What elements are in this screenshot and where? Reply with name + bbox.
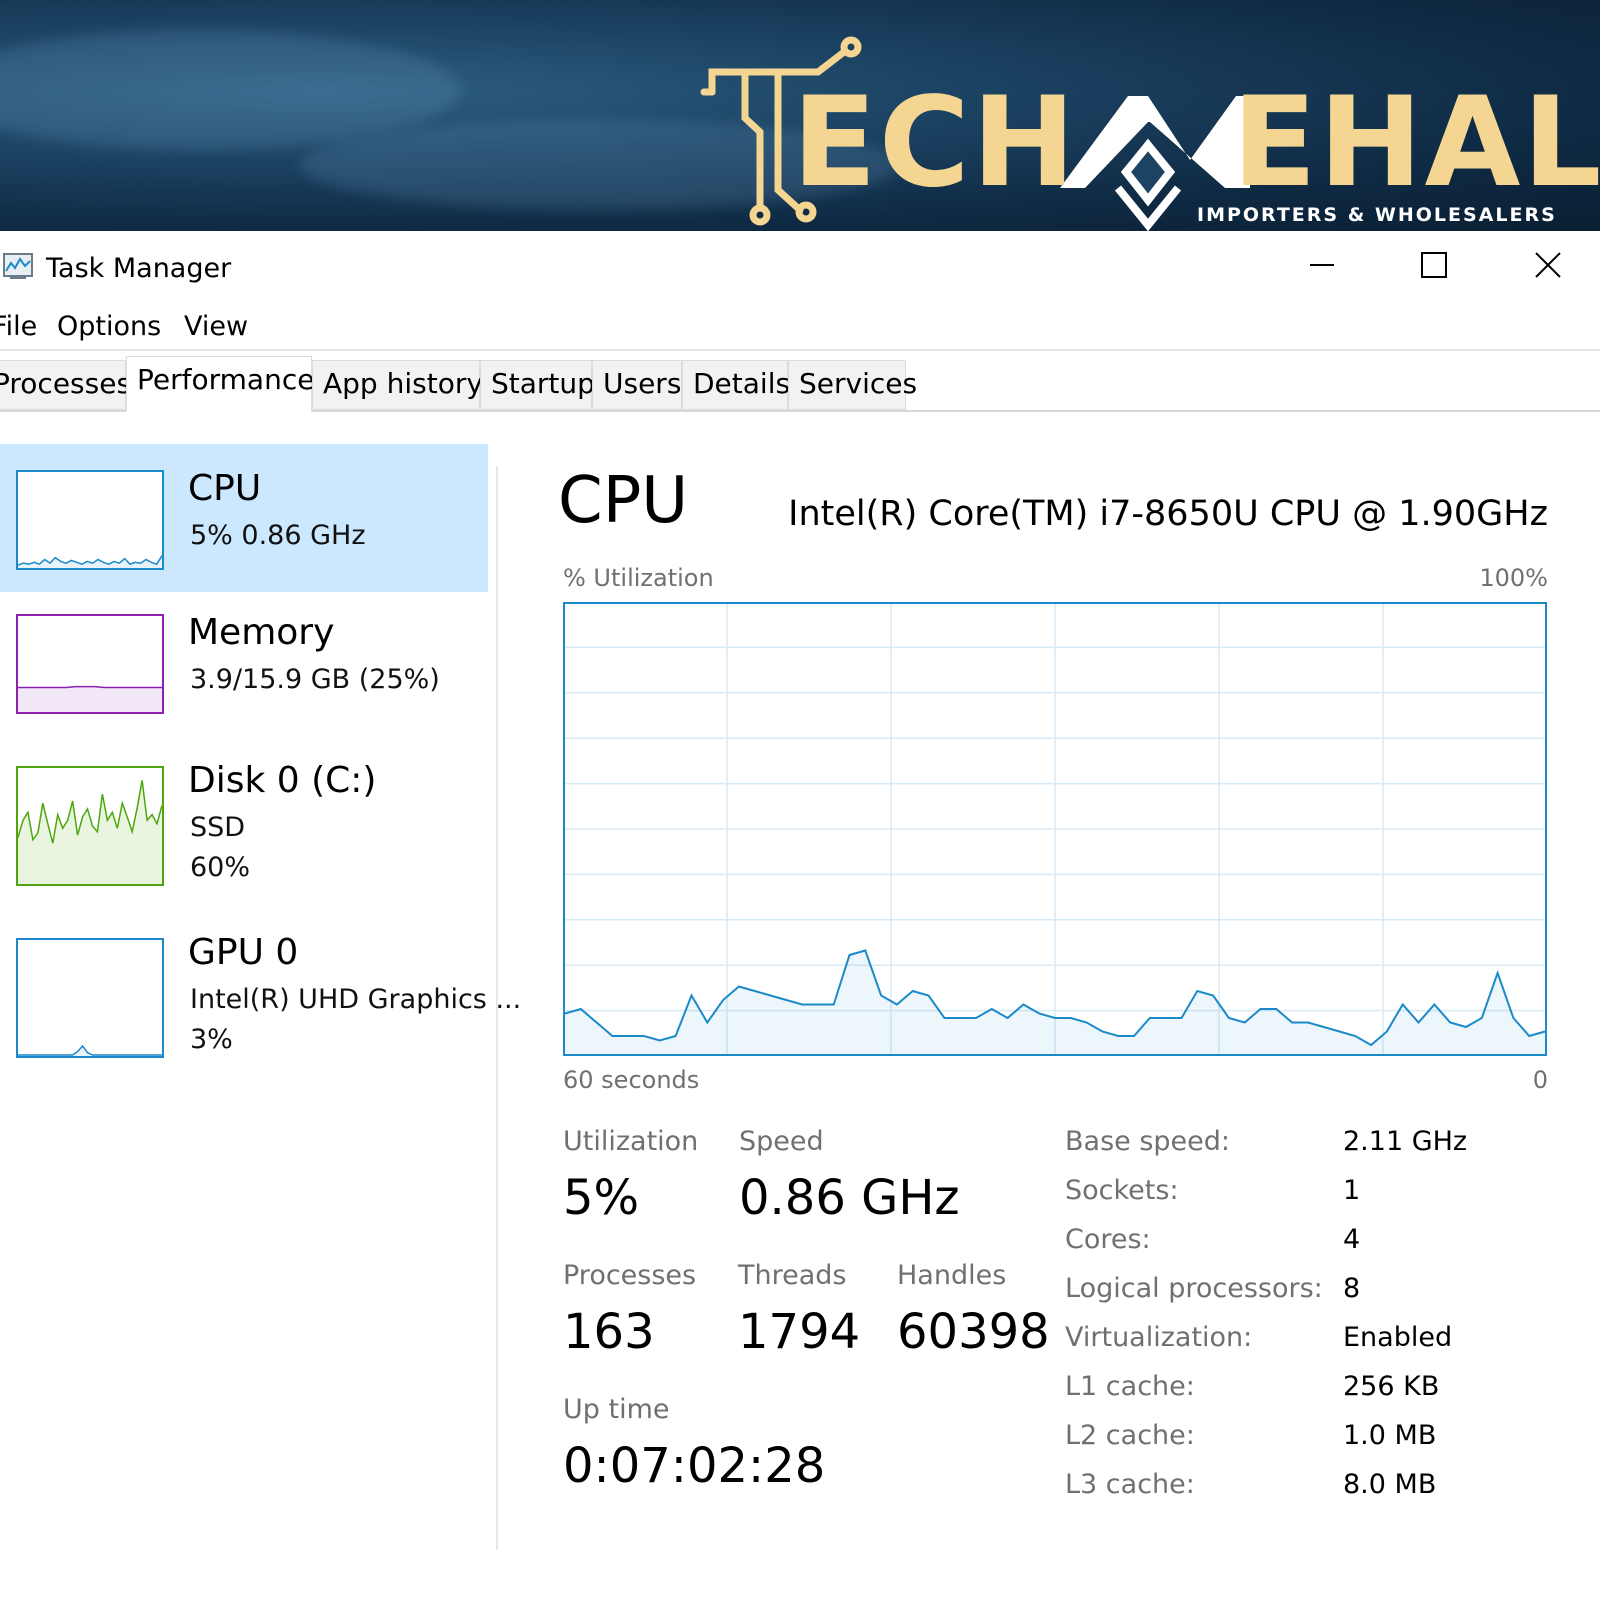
tab-services[interactable]: Services <box>788 360 917 410</box>
cpu-sparkline <box>16 470 164 570</box>
spec-key: L1 cache: <box>1065 1371 1195 1402</box>
handles-label: Handles <box>897 1260 1007 1291</box>
utilization-label: Utilization <box>563 1126 699 1157</box>
tab-details[interactable]: Details <box>682 360 790 410</box>
sidebar-item-value: 60% <box>190 852 251 883</box>
tab-strip: Processes Performance App history Startu… <box>0 356 1600 412</box>
menu-view[interactable]: View <box>184 311 248 342</box>
processes-value: 163 <box>563 1304 655 1360</box>
handles-value: 60398 <box>897 1304 1050 1360</box>
spec-value: 256 KB <box>1343 1371 1440 1402</box>
brand-word-left: ECH <box>792 71 1078 215</box>
gpu-sparkline <box>16 938 164 1058</box>
spec-value: 1.0 MB <box>1343 1420 1437 1451</box>
window-title: Task Manager <box>46 253 232 284</box>
tab-processes[interactable]: Processes <box>0 360 131 410</box>
cpu-model: Intel(R) Core(TM) i7-8650U CPU @ 1.90GHz <box>788 494 1548 534</box>
disk-sparkline <box>16 766 164 886</box>
spec-key: L2 cache: <box>1065 1420 1195 1451</box>
spec-key: Base speed: <box>1065 1126 1230 1157</box>
sidebar-item-label: GPU 0 <box>188 932 299 973</box>
sidebar-item-label: CPU <box>188 468 262 509</box>
sidebar-item-detail: SSD <box>190 812 246 843</box>
graph-time-label: 60 seconds <box>563 1066 700 1094</box>
brand-word-right: EHAL <box>1232 71 1600 215</box>
page-title: CPU <box>558 464 689 538</box>
sidebar-item-label: Disk 0 (C:) <box>188 760 377 801</box>
maximize-button[interactable] <box>1402 237 1466 293</box>
menu-bar: File Options View <box>0 303 1600 351</box>
menu-options[interactable]: Options <box>57 311 161 342</box>
graph-max-label: 100% <box>1479 564 1548 592</box>
sidebar-item-cpu[interactable]: CPU 5% 0.86 GHz <box>0 444 488 592</box>
sparkline-frame <box>16 470 164 570</box>
maximize-icon <box>1421 252 1447 278</box>
sidebar-item-gpu[interactable]: GPU 0 Intel(R) UHD Graphics ... 3% <box>0 912 521 1084</box>
graph-label: % Utilization <box>563 564 714 592</box>
sidebar-item-memory[interactable]: Memory 3.9/15.9 GB (25%) <box>0 592 488 740</box>
spec-value: 8.0 MB <box>1343 1469 1437 1500</box>
utilization-value: 5% <box>563 1170 640 1226</box>
speed-value: 0.86 GHz <box>739 1170 960 1226</box>
brand-subtitle: IMPORTERS & WHOLESALERS <box>1197 204 1557 226</box>
spec-value: 1 <box>1343 1175 1361 1206</box>
task-manager-icon <box>3 253 33 279</box>
tab-app-history[interactable]: App history <box>312 360 483 410</box>
menu-file[interactable]: File <box>0 311 37 342</box>
spec-value: 2.11 GHz <box>1343 1126 1468 1157</box>
threads-label: Threads <box>738 1260 847 1291</box>
sidebar-item-disk[interactable]: Disk 0 (C:) SSD 60% <box>0 740 488 912</box>
sidebar-item-value: 3% <box>190 1024 233 1055</box>
spec-key: Virtualization: <box>1065 1322 1253 1353</box>
sidebar-item-detail: Intel(R) UHD Graphics ... <box>190 984 522 1015</box>
spec-key: Sockets: <box>1065 1175 1179 1206</box>
brand-banner: ECH EHAL IMPORTERS & WHOLESALERS <box>0 0 1600 231</box>
spec-value: Enabled <box>1343 1322 1453 1353</box>
sparkline-frame <box>16 938 164 1058</box>
cpu-utilization-graph <box>563 602 1547 1056</box>
speed-label: Speed <box>739 1126 824 1157</box>
graph-time-end: 0 <box>1532 1066 1548 1094</box>
uptime-value: 0:07:02:28 <box>563 1438 826 1494</box>
panel-divider[interactable] <box>496 466 498 1550</box>
threads-value: 1794 <box>738 1304 861 1360</box>
spec-key: Logical processors: <box>1065 1273 1323 1304</box>
spec-key: Cores: <box>1065 1224 1151 1255</box>
minimize-icon <box>1310 264 1334 266</box>
spec-value: 8 <box>1343 1273 1361 1304</box>
minimize-button[interactable] <box>1290 237 1354 293</box>
uptime-label: Up time <box>563 1394 670 1425</box>
window-titlebar[interactable]: Task Manager <box>0 231 1600 303</box>
tab-performance[interactable]: Performance <box>126 356 314 412</box>
sparkline-area <box>18 686 162 712</box>
screen: ECH EHAL IMPORTERS & WHOLESALERS Task Ma… <box>0 0 1600 1600</box>
tab-startup[interactable]: Startup <box>480 360 595 410</box>
close-icon <box>1535 252 1561 278</box>
sidebar-item-label: Memory <box>188 612 335 653</box>
resource-list: CPU 5% 0.86 GHz Memory 3.9/15.9 GB (25%)… <box>0 440 521 1550</box>
spec-key: L3 cache: <box>1065 1469 1195 1500</box>
sidebar-item-detail: 3.9/15.9 GB (25%) <box>190 664 440 695</box>
processes-label: Processes <box>563 1260 697 1291</box>
memory-sparkline <box>16 614 164 714</box>
spec-value: 4 <box>1343 1224 1361 1255</box>
tab-users[interactable]: Users <box>592 360 682 410</box>
close-button[interactable] <box>1516 237 1580 293</box>
sidebar-item-detail: 5% 0.86 GHz <box>190 520 366 551</box>
